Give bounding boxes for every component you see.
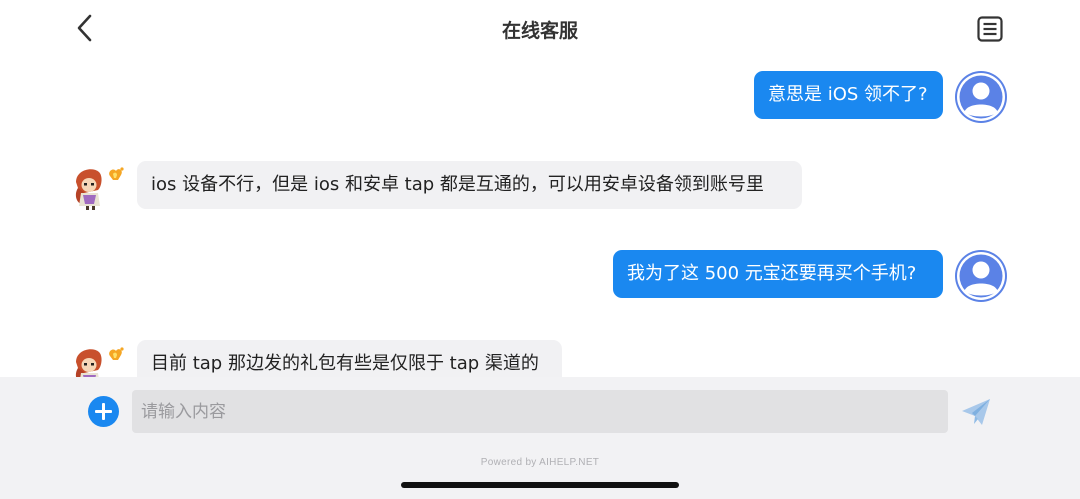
agent-avatar-icon xyxy=(75,167,124,210)
attach-button[interactable] xyxy=(88,396,119,427)
message-input[interactable] xyxy=(132,390,948,433)
message-bubble: ios 设备不行，但是 ios 和安卓 tap 都是互通的，可以用安卓设备领到账… xyxy=(137,161,802,209)
home-indicator[interactable] xyxy=(401,482,679,488)
agent-avatar xyxy=(72,344,128,378)
send-button[interactable] xyxy=(960,397,992,427)
agent-avatar xyxy=(72,164,128,210)
menu-button[interactable] xyxy=(974,13,1006,45)
composer: Powered by AIHELP.NET xyxy=(0,377,1080,499)
message-bubble: 目前 tap 那边发的礼包有些是仅限于 tap 渠道的 xyxy=(137,340,562,378)
user-avatar-icon xyxy=(957,252,1005,300)
agent-avatar-icon xyxy=(75,347,124,378)
page-title: 在线客服 xyxy=(501,20,578,42)
list-icon xyxy=(977,16,1003,42)
powered-by-label: Powered by AIHELP.NET xyxy=(480,457,600,468)
user-avatar xyxy=(955,250,1007,302)
message-bubble: 意思是 iOS 领不了? xyxy=(754,71,943,119)
chat-messages[interactable]: 意思是 iOS 领不了? ios 设备不行，但是 ios 和安卓 tap 都是互… xyxy=(0,58,1080,378)
message-bubble: 我为了这 500 元宝还要再买个手机? xyxy=(613,250,943,298)
user-avatar xyxy=(955,71,1007,123)
send-icon xyxy=(962,399,990,425)
user-avatar-icon xyxy=(957,73,1005,121)
top-bar: 在线客服 xyxy=(0,0,1080,58)
